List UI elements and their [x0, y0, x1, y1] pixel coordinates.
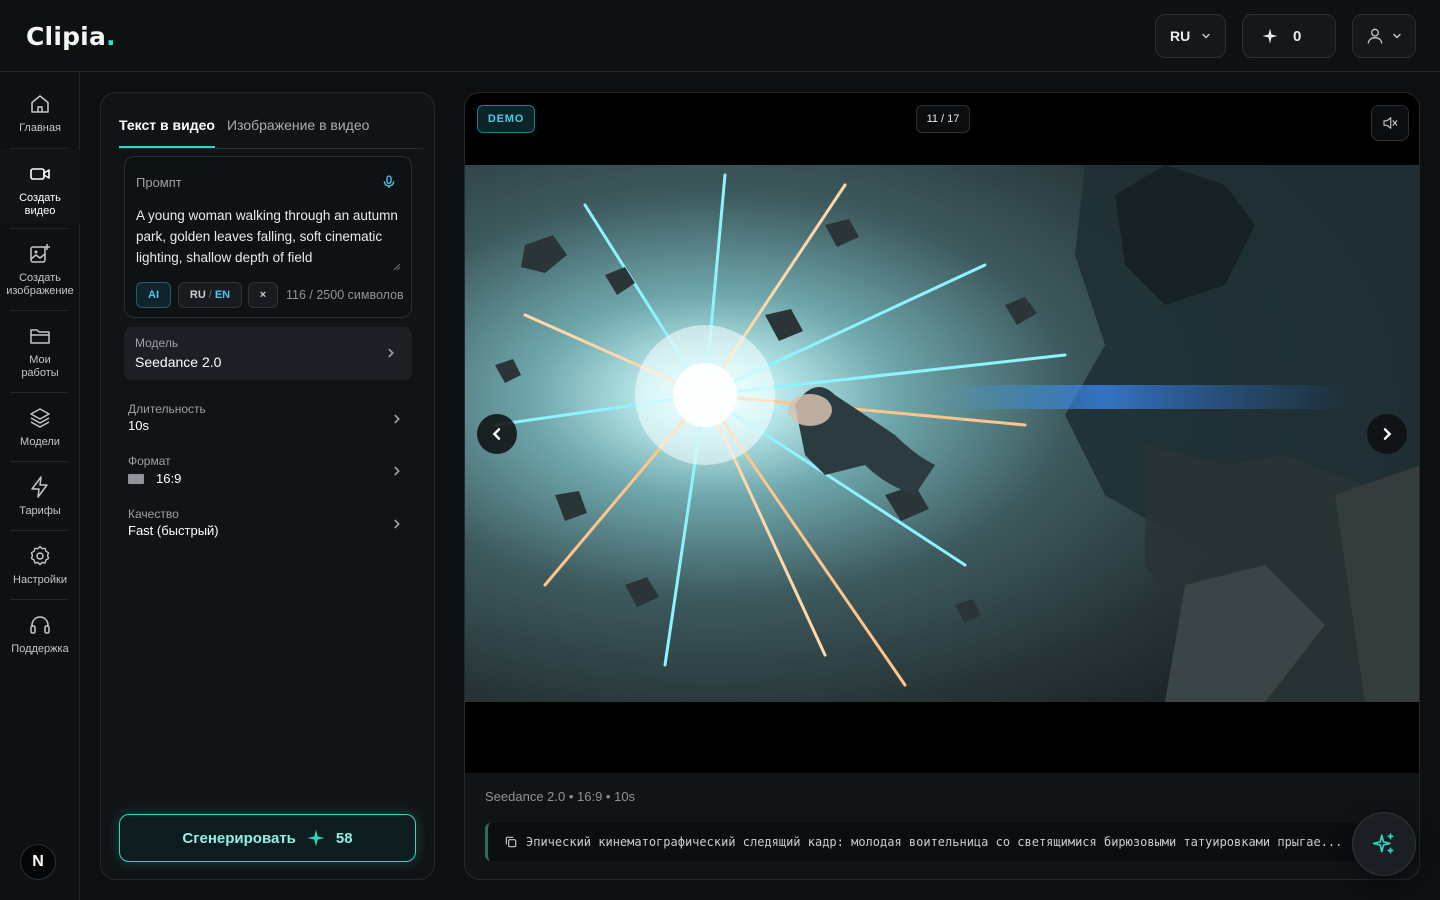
- chevron-right-icon: [1383, 428, 1392, 440]
- chevron-right-icon: [388, 348, 394, 358]
- sparkle-icon: [1262, 28, 1278, 44]
- clear-prompt-button[interactable]: ×: [248, 282, 278, 308]
- prompt-field[interactable]: Промпт A young woman walking through an …: [124, 156, 412, 318]
- copy-icon[interactable]: [504, 835, 518, 849]
- divider: [10, 310, 68, 311]
- model-label: Модель: [135, 336, 179, 350]
- duration-setting[interactable]: Длительность 10s: [128, 402, 408, 442]
- chevron-down-icon: [1393, 33, 1401, 39]
- format-value: 16:9: [128, 471, 181, 486]
- ai-enhance-button[interactable]: AI: [136, 282, 171, 308]
- prompt-label: Промпт: [136, 175, 182, 190]
- headset-icon: [30, 616, 50, 634]
- quality-value: Fast (быстрый): [128, 523, 219, 538]
- gear-icon: [30, 545, 50, 566]
- quality-label: Качество: [128, 507, 179, 521]
- sidebar-item-label: Тарифы: [19, 505, 61, 517]
- slide-counter: 11 / 17: [916, 105, 970, 133]
- divider: [10, 461, 68, 462]
- lang-separator: /: [208, 289, 212, 301]
- translate-button[interactable]: RU / EN: [178, 282, 242, 308]
- model-value: Seedance 2.0: [135, 354, 222, 370]
- sidebar-item-my-works[interactable]: Мои работы: [0, 324, 80, 380]
- user-icon: [1367, 28, 1383, 44]
- generate-cost: 58: [335, 829, 353, 847]
- demo-badge: DEMO: [477, 105, 535, 133]
- format-setting[interactable]: Формат 16:9: [128, 454, 408, 494]
- mode-tabs: Текст в видео Изображение в видео: [119, 115, 423, 149]
- image-add-icon: [30, 244, 50, 263]
- divider: [10, 228, 68, 229]
- chevron-right-icon: [394, 466, 400, 476]
- credits-count: 0: [1293, 27, 1302, 45]
- ai-assistant-button[interactable]: [1352, 812, 1416, 876]
- lightning-icon: [31, 476, 48, 498]
- quality-setting[interactable]: Качество Fast (быстрый): [128, 507, 408, 547]
- video-still-image: [465, 165, 1419, 702]
- divider: [10, 599, 68, 600]
- sidebar-item-create-image[interactable]: Создать изображение: [0, 242, 80, 298]
- video-frame[interactable]: [465, 165, 1419, 702]
- sparkles-icon: [1372, 833, 1394, 854]
- sidebar-item-label: Создать видео: [19, 192, 61, 217]
- sidebar: Главная Создать видео Создать изображени…: [0, 72, 80, 900]
- sidebar-item-support[interactable]: Поддержка: [0, 613, 80, 656]
- lang-ru: RU: [189, 289, 206, 301]
- language-label: RU: [1170, 28, 1191, 44]
- sparkle-icon: [307, 829, 325, 847]
- model-selector[interactable]: Модель Seedance 2.0: [124, 327, 412, 380]
- mute-button[interactable]: [1371, 105, 1409, 141]
- generate-label: Сгенерировать: [182, 829, 296, 847]
- sidebar-item-settings[interactable]: Настройки: [0, 544, 80, 587]
- sidebar-item-label: Создать изображение: [6, 272, 74, 297]
- sidebar-item-models[interactable]: Модели: [0, 406, 80, 449]
- sidebar-item-label: Модели: [20, 436, 60, 448]
- speaker-muted-icon: [1383, 117, 1398, 129]
- duration-label: Длительность: [128, 402, 206, 416]
- folder-icon: [30, 329, 50, 344]
- format-label: Формат: [128, 454, 171, 468]
- char-counter: 116 / 2500 символов: [286, 288, 403, 302]
- divider: [10, 530, 68, 531]
- sidebar-item-pricing[interactable]: Тарифы: [0, 475, 80, 518]
- duration-value: 10s: [128, 418, 149, 433]
- aspect-ratio-icon: [128, 473, 144, 484]
- divider: [10, 392, 68, 393]
- video-meta: Seedance 2.0 • 16:9 • 10s: [485, 789, 636, 804]
- sidebar-item-label: Настройки: [13, 574, 67, 586]
- generate-button[interactable]: Сгенерировать 58: [119, 814, 416, 862]
- lang-en: EN: [214, 289, 231, 301]
- divider: [10, 148, 68, 149]
- credits-button[interactable]: 0: [1242, 14, 1336, 58]
- sidebar-item-label: Мои работы: [21, 354, 59, 379]
- chevron-down-icon: [1202, 33, 1210, 39]
- layers-icon: [30, 408, 50, 428]
- logo[interactable]: Clipia.: [26, 22, 116, 51]
- chevron-right-icon: [394, 519, 400, 529]
- chevron-left-icon: [492, 428, 501, 440]
- previous-button[interactable]: [477, 414, 517, 454]
- prompt-description: Эпический кинематографический следящий к…: [485, 823, 1405, 861]
- avatar[interactable]: N: [20, 844, 56, 880]
- next-button[interactable]: [1367, 414, 1407, 454]
- sidebar-item-label: Поддержка: [11, 643, 69, 655]
- sidebar-item-home[interactable]: Главная: [0, 92, 80, 135]
- video-viewer: DEMO 11 / 17 Seedance 2.0 • 16:9 • 10s Э…: [464, 92, 1420, 880]
- user-menu-button[interactable]: [1352, 14, 1416, 58]
- chevron-right-icon: [394, 414, 400, 424]
- microphone-icon[interactable]: [381, 174, 397, 190]
- top-bar: Clipia. RU 0: [0, 0, 1440, 72]
- resize-handle-icon[interactable]: [393, 263, 401, 271]
- video-camera-icon: [30, 168, 50, 180]
- tab-text-to-video[interactable]: Текст в видео: [119, 117, 215, 148]
- tab-image-to-video[interactable]: Изображение в видео: [227, 117, 369, 133]
- description-text: Эпический кинематографический следящий к…: [526, 835, 1343, 849]
- language-selector[interactable]: RU: [1155, 14, 1226, 58]
- video-player[interactable]: DEMO 11 / 17: [465, 93, 1419, 773]
- sidebar-item-create-video[interactable]: Создать видео: [0, 150, 80, 224]
- home-icon: [31, 95, 49, 113]
- sidebar-item-label: Главная: [19, 122, 61, 134]
- prompt-text[interactable]: A young woman walking through an autumn …: [136, 205, 398, 268]
